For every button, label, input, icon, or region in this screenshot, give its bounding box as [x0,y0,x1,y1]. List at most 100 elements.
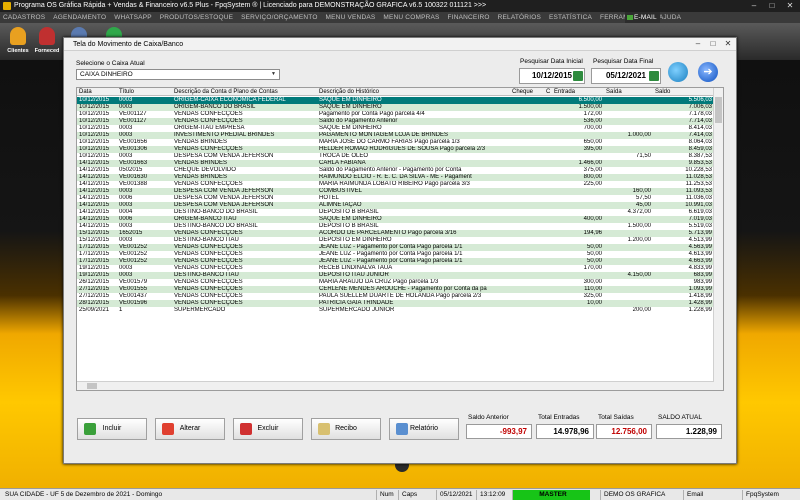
minimize-button[interactable]: – [745,0,763,12]
menu-whatsapp[interactable]: WHATSAPP [111,12,155,23]
col-header-data[interactable]: Data [77,88,117,96]
table-row[interactable]: 14/12/2015 0003 DESPESA COM VENDA JEFERSON… [77,202,714,209]
calendar-icon[interactable] [573,71,583,81]
menu-servico-orcamento[interactable]: SERVIÇO/ORÇAMENTO [238,12,320,23]
table-row[interactable]: 10/12/2015 0003 DESPESA COM VENDA JEFERSON… [77,153,714,160]
menu-ajuda[interactable]: AJUDA [656,12,684,23]
cell-c [544,223,552,230]
cell-conta: DESPESA COM VENDA JEFERSON [174,202,274,208]
cell-historico: DEPOSITO B BRASIL [319,223,379,229]
relatorio-button[interactable]: Relatório [389,418,459,440]
cell-entrada: 1.500,00 [578,104,602,110]
table-row[interactable]: 17/12/2015 VE001252 VENDAS CONFECÇÕES JEANE… [77,244,714,251]
table-row[interactable]: 14/12/2015 VE001388 VENDAS CONFECÇÕES MARIA… [77,181,714,188]
menu-email[interactable]: E-MAIL [625,12,660,23]
calendar-icon[interactable] [649,71,659,81]
table-row[interactable]: 10/12/2015 0003 ORIGEM-ITAU EMPRESA SAQUE E… [77,125,714,132]
table-row[interactable]: 10/12/2015 VE001306 VENDAS CONFECÇÕES HELDE… [77,146,714,153]
table-row[interactable]: 15/12/2015 1652015 VENDAS CONFECÇÕES ACORDO… [77,230,714,237]
maximize-button[interactable]: □ [763,0,781,12]
table-row[interactable]: 25/09/2021 1 SUPERMERCADO SUPERMERCADO JUNI… [77,307,714,314]
arrow-right-icon[interactable]: ➔ [698,62,718,82]
menu-agendamento[interactable]: AGENDAMENTO [50,12,109,23]
cell-c [544,237,552,244]
cell-c [544,139,552,146]
table-row[interactable]: 14/12/2015 0004 DESTINO-BANCO DO BRASIL DEP… [77,209,714,216]
table-row[interactable]: 10/12/2015 VE001127 VENDAS CONFECÇÕES Pagam… [77,111,714,118]
horizontal-scrollbar[interactable] [77,381,714,390]
cell-saida: 200,00 [632,307,651,313]
table-row[interactable]: 14/12/2015 VE001663 VENDAS BRINDES CARLA FA… [77,160,714,167]
table-row[interactable]: 10/12/2015 VE001656 VENDAS BRINDES MARIA JO… [77,139,714,146]
table-row[interactable]: 10/12/2015 VE001127 VENDAS CONFECÇÕES Saldo… [77,118,714,125]
alterar-button[interactable]: Alterar [155,418,225,440]
cell-data: 14/12/2015 [79,167,110,173]
menu-estatistica[interactable]: ESTATÍSTICA [546,12,595,23]
date-start-field[interactable]: 10/12/2015 [519,68,585,84]
table-row[interactable]: 26/12/2015 VE001579 VENDAS CONFECÇÕES MARIA… [77,279,714,286]
receipt-icon [318,423,330,435]
close-window-button[interactable]: ✕ [781,0,799,12]
dialog-maximize-button[interactable]: □ [706,39,720,49]
cell-saldo: 4.563,99 [688,244,712,250]
dialog-close-button[interactable]: ✕ [721,39,735,49]
refresh-icon[interactable] [668,62,688,82]
table-row[interactable]: 27/12/2015 VE001437 VENDAS CONFECÇÕES PAULA… [77,293,714,300]
col-header-saldo[interactable]: Saldo [653,88,714,96]
col-header-conta[interactable]: Descrição da Conta d Plano de Contas [172,88,317,96]
table-row[interactable]: 19/12/2015 0003 DESTINO-BANCO ITAU DEPOSITO… [77,272,714,279]
menu-relatorios[interactable]: RELATÓRIOS [495,12,544,23]
cell-saida [604,230,653,237]
menu-compras[interactable]: MENU COMPRAS [380,12,442,23]
table-row[interactable]: 14/12/2015 0006 DESPESA COM VENDA JEFERSON… [77,195,714,202]
incluir-button[interactable]: Incluir [77,418,147,440]
recibo-button[interactable]: Recibo [311,418,381,440]
cell-data: 10/12/2015 [79,125,110,131]
table-row[interactable]: 19/12/2015 0003 VENDAS CONFECÇÕES RECEB LIN… [77,265,714,272]
cell-saldo: 683,99 [693,272,712,278]
table-row[interactable]: 27/12/2015 VE001555 VENDAS CONFECÇÕES CERLE… [77,286,714,293]
table-row[interactable]: 15/12/2015 0003 DESTINO-BANCO ITAU DEPOSITO… [77,237,714,244]
cell-data: 14/12/2015 [79,188,110,194]
table-row[interactable]: 10/12/2015 0003 INVESTIMENTO PREDIAL BRIND… [77,132,714,139]
cell-saldo: 1.228,99 [688,307,712,313]
table-row[interactable]: 14/12/2015 0006 ORIGEM-BANCO ITAU SAQUE EM … [77,216,714,223]
cell-cheque [510,265,544,272]
cell-data: 14/12/2015 [79,195,110,201]
toolbar-fornecedores-button[interactable]: Forneced [33,25,61,58]
table-row[interactable]: 28/12/2015 VE001596 VENDAS CONFECÇÕES PATRI… [77,300,714,307]
scroll-thumb[interactable] [87,383,97,389]
scroll-thumb[interactable] [715,97,722,123]
menu-financeiro[interactable]: FINANCEIRO [445,12,493,23]
table-row[interactable]: 17/12/2015 VE001252 VENDAS CONFECÇÕES JEANE… [77,258,714,265]
caixa-select[interactable]: CAIXA DINHEIRO ▼ [76,69,280,80]
menu-produtos-estoque[interactable]: PRODUTOS/ESTOQUE [157,12,236,23]
table-row[interactable]: 14/12/2015 0003 DESTINO-BANCO DO BRASIL DEP… [77,223,714,230]
col-header-titulo[interactable]: Título [117,88,172,96]
table-row[interactable]: 14/12/2015 0003 DESPESA COM VENDA JEFERSON… [77,188,714,195]
cell-titulo: 0006 [119,195,133,201]
person-icon [10,27,26,45]
excluir-button[interactable]: Excluir [233,418,303,440]
toolbar-clientes-button[interactable]: Clientes [4,25,32,58]
cell-saida [604,251,653,258]
table-row[interactable]: 10/12/2015 0003 ORIGEM-CAIXA ECONOMICA FED… [77,97,714,104]
col-header-historico[interactable]: Descrição do Histórico [317,88,510,96]
menu-vendas[interactable]: MENU VENDAS [323,12,379,23]
table-row[interactable]: 14/12/2015 VE001630 VENDAS BRINDES RAIMUNDO… [77,174,714,181]
menu-cadastros[interactable]: CADASTROS [0,12,48,23]
dialog-minimize-button[interactable]: – [691,39,705,49]
vertical-scrollbar[interactable] [713,88,723,390]
cell-historico: DEPOSITO B BRASIL [319,209,379,215]
date-end-field[interactable]: 05/12/2021 [591,68,661,84]
col-header-c[interactable]: C [544,88,552,96]
col-header-entrada[interactable]: Entrada [552,88,604,96]
col-header-saida[interactable]: Saída [604,88,653,96]
cell-historico: JEANE LUZ - Pagamento por Conta Pago par… [319,258,463,264]
table-row[interactable]: 10/12/2015 0003 ORIGEM-BANCO DO BRASIL SAQU… [77,104,714,111]
status-email[interactable]: Email [683,490,713,500]
col-header-cheque[interactable]: Cheque [510,88,544,96]
cell-entrada [552,209,604,216]
table-row[interactable]: 17/12/2015 VE001252 VENDAS CONFECÇÕES JEANE… [77,251,714,258]
table-row[interactable]: 14/12/2015 0502015 CHEQUE DEVOLVIDO Saldo d… [77,167,714,174]
